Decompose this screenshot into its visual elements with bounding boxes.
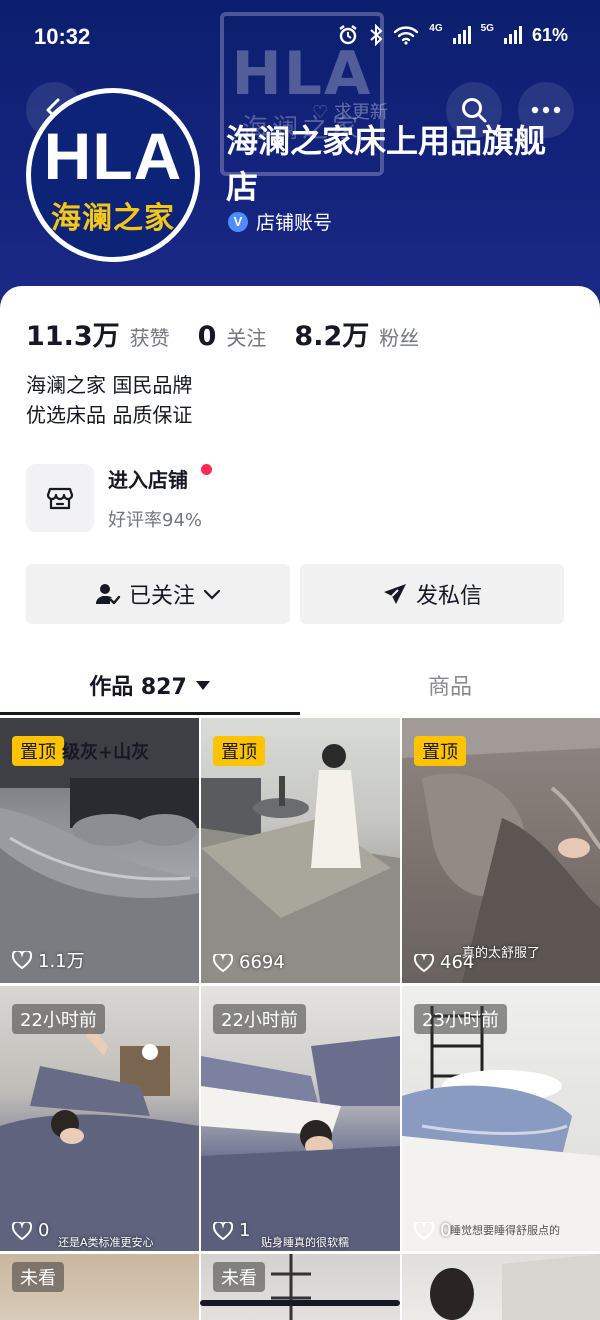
send-message-label: 发私信	[415, 584, 482, 609]
shop-icon-box	[26, 464, 94, 532]
heart-icon	[414, 953, 434, 972]
video-tile[interactable]: 23小时前 睡觉想要睡得舒服点的 0	[402, 986, 600, 1251]
bio-line: 海澜之家 国民品牌	[26, 373, 193, 397]
shop-rating: 好评率94%	[108, 510, 203, 531]
like-count: 464	[414, 952, 474, 973]
video-tile[interactable]: 置顶 真的太舒服了 464	[402, 718, 600, 983]
heart-icon	[12, 951, 32, 969]
posted-time-badge: 23小时前	[414, 1004, 507, 1034]
video-tile[interactable]: 未看	[201, 1254, 400, 1320]
signal-b-icon	[503, 26, 522, 44]
like-count: 1.1万	[12, 947, 85, 973]
stat-label: 关注	[226, 326, 267, 350]
stat-following[interactable]: 0 关注	[198, 321, 267, 352]
more-icon	[531, 106, 561, 114]
stat-value: 0	[197, 321, 217, 352]
following-button[interactable]: 已关注	[26, 564, 290, 624]
like-count: 0	[414, 1220, 451, 1241]
bluetooth-icon	[370, 24, 383, 46]
like-count: 0	[12, 1220, 49, 1241]
shop-avatar[interactable]: HLA 海澜之家	[26, 88, 200, 262]
stat-followers[interactable]: 8.2万 粉丝	[294, 314, 419, 353]
like-count-value: 1	[239, 1220, 251, 1241]
posted-time-badge: 22小时前	[213, 1004, 306, 1034]
video-caption: 级灰+山灰	[62, 742, 150, 763]
like-count-value: 6694	[239, 952, 285, 973]
wifi-icon	[394, 26, 419, 45]
store-icon	[46, 487, 74, 510]
like-count: 1	[213, 1220, 250, 1241]
active-tab-indicator	[0, 712, 300, 715]
enter-shop-label: 进入店铺	[108, 468, 188, 492]
video-tile[interactable]	[402, 1254, 600, 1320]
video-tile[interactable]: 未看	[0, 1254, 199, 1320]
alarm-icon	[339, 25, 358, 45]
stat-label: 获赞	[129, 326, 170, 350]
account-type-label: 店铺账号	[256, 212, 333, 234]
avatar-logo-text: HLA	[43, 119, 183, 193]
video-thumbnail	[430, 1254, 600, 1320]
tab-goods[interactable]: 商品	[300, 654, 600, 716]
verified-icon: V	[228, 211, 248, 232]
notification-dot	[201, 464, 212, 475]
send-message-button[interactable]: 发私信	[300, 564, 564, 624]
network-b-label: 5G	[480, 23, 494, 34]
user-check-icon	[95, 584, 121, 605]
home-indicator[interactable]	[200, 1300, 400, 1306]
tab-works[interactable]: 作品 827	[0, 654, 300, 716]
video-tile[interactable]: 置顶 级灰+山灰 1.1万	[0, 718, 199, 983]
stat-value: 11.3万	[26, 321, 120, 352]
like-count-value: 0	[440, 1220, 452, 1241]
enter-shop-link[interactable]: 进入店铺 好评率94%	[26, 462, 326, 532]
tab-goods-label: 商品	[427, 675, 472, 700]
send-icon	[383, 584, 406, 604]
like-count-value: 1.1万	[38, 951, 85, 972]
shop-name: 海澜之家床上用品旗舰店	[226, 122, 547, 206]
video-tile[interactable]: 22小时前 贴身睡真的很软糯 1	[201, 986, 400, 1251]
stat-likes[interactable]: 11.3万 获赞	[26, 314, 170, 353]
account-type: V 店铺账号	[228, 208, 332, 235]
status-bar: 10:32 4G 5G 61%	[0, 0, 600, 70]
like-count-value: 0	[38, 1220, 50, 1241]
caret-down-icon	[195, 681, 210, 690]
battery-level: 61%	[531, 24, 568, 45]
video-grid: 置顶 级灰+山灰 1.1万 置顶 6694 置顶 真的太舒服了 464 22小时…	[0, 718, 600, 1320]
posted-time-badge: 22小时前	[12, 1004, 105, 1034]
heart-icon	[213, 953, 233, 972]
video-caption: 贴身睡真的很软糯	[261, 1236, 349, 1249]
pinned-badge: 置顶	[414, 736, 466, 766]
profile-tabs: 作品 827 商品	[0, 654, 600, 716]
like-count-value: 464	[440, 952, 475, 973]
video-caption: 还是A类标准更安心	[58, 1236, 154, 1249]
video-tile[interactable]: 置顶 6694	[201, 718, 400, 983]
avatar-cn-text: 海澜之家	[51, 201, 175, 236]
bio-line: 优选床品 品质保证	[26, 403, 193, 427]
unwatched-badge: 未看	[12, 1262, 64, 1292]
network-a-label: 4G	[429, 23, 443, 34]
status-time: 10:32	[34, 24, 91, 49]
signal-a-icon	[452, 26, 471, 44]
heart-icon	[12, 1221, 32, 1240]
stats-row: 11.3万 获赞 0 关注 8.2万 粉丝	[26, 314, 419, 353]
stat-label: 粉丝	[379, 326, 420, 350]
following-button-label: 已关注	[128, 584, 195, 609]
video-tile[interactable]: 22小时前 还是A类标准更安心 0	[0, 986, 199, 1251]
tab-works-label: 作品 827	[89, 675, 187, 700]
status-icons: 4G 5G 61%	[337, 24, 568, 46]
chevron-down-icon	[203, 589, 221, 600]
video-caption: 睡觉想要睡得舒服点的	[450, 1224, 560, 1237]
heart-icon	[213, 1221, 233, 1240]
pinned-badge: 置顶	[12, 736, 64, 766]
unwatched-badge: 未看	[213, 1262, 265, 1292]
like-count: 6694	[213, 952, 285, 973]
stat-value: 8.2万	[294, 321, 370, 352]
profile-bio: 海澜之家 国民品牌 优选床品 品质保证	[26, 370, 192, 430]
heart-icon	[414, 1221, 434, 1240]
pinned-badge: 置顶	[213, 736, 265, 766]
